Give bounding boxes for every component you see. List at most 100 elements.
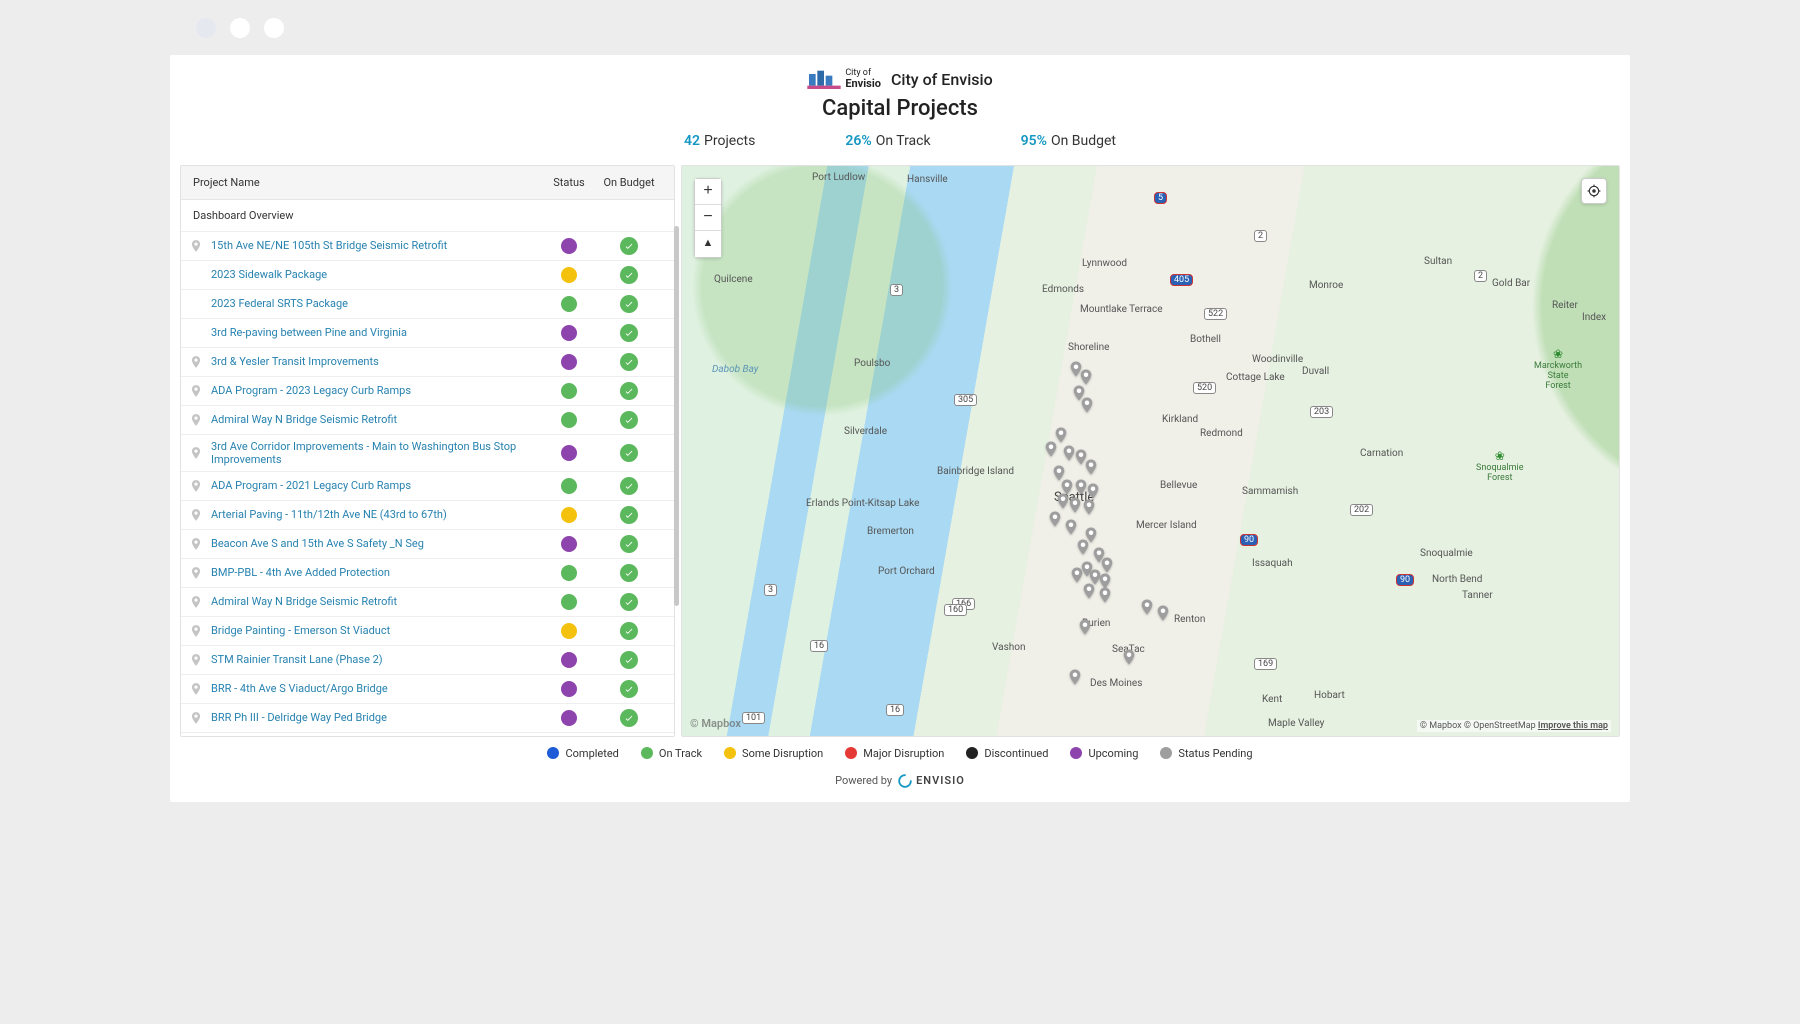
budget-cell xyxy=(594,622,664,640)
project-name-link[interactable]: Beacon Ave S and 15th Ave S Safety _N Se… xyxy=(205,537,544,550)
project-name-link[interactable]: 2023 Sidewalk Package xyxy=(205,268,544,281)
on-budget-check-icon xyxy=(620,535,638,553)
legend-label: Major Disruption xyxy=(863,747,944,760)
status-cell xyxy=(544,478,594,494)
table-row[interactable]: Bridge Painting - Emerson St Viaduct xyxy=(181,617,674,646)
table-row[interactable]: 3rd & Yesler Transit Improvements xyxy=(181,348,674,377)
project-map-marker[interactable] xyxy=(1080,496,1098,518)
project-map-marker[interactable] xyxy=(1096,584,1114,606)
col-header-status[interactable]: Status xyxy=(544,176,594,189)
table-row[interactable]: STM Rainier Transit Lane (Phase 2) xyxy=(181,646,674,675)
improve-map-link[interactable]: Improve this map xyxy=(1538,721,1608,731)
table-row[interactable]: Arterial Paving - 11th/12th Ave NE (43rd… xyxy=(181,501,674,530)
table-row[interactable]: BRR - 4th Ave S Viaduct/Argo Bridge xyxy=(181,675,674,704)
project-map-marker[interactable] xyxy=(1066,666,1084,688)
table-row[interactable]: 15th Ave NE/NE 105th St Bridge Seismic R… xyxy=(181,232,674,261)
project-name-link[interactable]: BRR - 4th Ave S Viaduct/Argo Bridge xyxy=(205,682,544,695)
project-name-link[interactable]: Admiral Way N Bridge Seismic Retrofit xyxy=(205,413,544,426)
map-city-label: Lynnwood xyxy=(1082,258,1127,269)
on-budget-check-icon xyxy=(620,651,638,669)
table-row[interactable]: 2023 Federal SRTS Package xyxy=(181,290,674,319)
project-map-marker[interactable] xyxy=(1076,616,1094,638)
table-row[interactable]: ADA Program - 2023 Legacy Curb Ramps xyxy=(181,377,674,406)
map-city-label: Poulsbo xyxy=(854,358,890,369)
table-row[interactable]: 3rd Re-paving between Pine and Virginia xyxy=(181,319,674,348)
zoom-in-button[interactable]: + xyxy=(695,179,721,205)
project-name-link[interactable]: BMP-PBL - 4th Ave Added Protection xyxy=(205,566,544,579)
on-budget-check-icon xyxy=(620,444,638,462)
route-shield: 2 xyxy=(1254,230,1267,242)
org-name: City of Envisio xyxy=(891,70,993,89)
col-header-name[interactable]: Project Name xyxy=(193,176,544,189)
on-budget-check-icon xyxy=(620,593,638,611)
map-city-label: Woodinville xyxy=(1252,354,1303,365)
status-cell xyxy=(544,623,594,639)
map-pane[interactable]: + − ▲ © Mapbox © Mapbox © OpenStreetMap … xyxy=(681,165,1620,737)
table-row[interactable]: ADA Program - 2021 Legacy Curb Ramps xyxy=(181,472,674,501)
on-budget-check-icon xyxy=(620,353,638,371)
project-map-marker[interactable] xyxy=(1062,516,1080,538)
table-row[interactable]: Admiral Way N Bridge Seismic Retrofit xyxy=(181,406,674,435)
envisio-logo-icon xyxy=(898,774,912,788)
project-map-marker[interactable] xyxy=(1042,438,1060,460)
legend-label: Status Pending xyxy=(1178,747,1252,760)
zoom-out-button[interactable]: − xyxy=(695,205,721,231)
map-city-label: Mountlake Terrace xyxy=(1080,304,1163,315)
legend: CompletedOn TrackSome DisruptionMajor Di… xyxy=(180,747,1620,760)
table-row[interactable]: Center City Gateway and S Michigan St IT… xyxy=(181,733,674,736)
map-city-label: Maple Valley xyxy=(1268,718,1324,729)
status-cell xyxy=(544,383,594,399)
map-city-label: Des Moines xyxy=(1090,678,1142,689)
scrollbar-thumb[interactable] xyxy=(674,226,679,606)
route-shield: 90 xyxy=(1240,534,1258,546)
stats-row: 42Projects 26%On Track 95%On Budget xyxy=(180,133,1620,149)
table-row[interactable]: BMP-PBL - 4th Ave Added Protection xyxy=(181,559,674,588)
locate-me-button[interactable] xyxy=(1581,178,1607,204)
on-budget-check-icon xyxy=(620,266,638,284)
map-city-label: Quilcene xyxy=(714,274,753,285)
table-row[interactable]: BRR Ph III - Delridge Way Ped Bridge xyxy=(181,704,674,733)
project-map-marker[interactable] xyxy=(1078,394,1096,416)
project-name-link[interactable]: STM Rainier Transit Lane (Phase 2) xyxy=(205,653,544,666)
reset-north-button[interactable]: ▲ xyxy=(695,231,721,257)
project-name-link[interactable]: 15th Ave NE/NE 105th St Bridge Seismic R… xyxy=(205,239,544,252)
project-name-link[interactable]: 3rd Ave Corridor Improvements - Main to … xyxy=(205,440,544,466)
status-cell xyxy=(544,594,594,610)
projects-table: Project Name Status On Budget Dashboard … xyxy=(180,165,675,737)
on-budget-check-icon xyxy=(620,506,638,524)
table-row[interactable]: 2023 Sidewalk Package xyxy=(181,261,674,290)
project-name-link[interactable]: ADA Program - 2021 Legacy Curb Ramps xyxy=(205,479,544,492)
project-map-marker[interactable] xyxy=(1082,456,1100,478)
status-dot xyxy=(561,445,577,461)
mapbox-logo: © Mapbox xyxy=(690,717,741,730)
project-name-link[interactable]: 2023 Federal SRTS Package xyxy=(205,297,544,310)
map-zoom-controls: + − ▲ xyxy=(694,178,722,258)
map-pin-icon xyxy=(187,384,205,398)
project-map-marker[interactable] xyxy=(1120,646,1138,668)
status-cell xyxy=(544,445,594,461)
project-name-link[interactable]: Admiral Way N Bridge Seismic Retrofit xyxy=(205,595,544,608)
route-shield: 16 xyxy=(886,704,904,716)
envisio-brand[interactable]: ENVISIO xyxy=(898,774,965,788)
route-shield: 101 xyxy=(742,712,765,724)
map-pin-icon xyxy=(187,413,205,427)
col-header-budget[interactable]: On Budget xyxy=(594,176,664,189)
map-city-label: Duvall xyxy=(1302,366,1329,377)
project-name-link[interactable]: Bridge Painting - Emerson St Viaduct xyxy=(205,624,544,637)
status-dot xyxy=(561,652,577,668)
budget-cell xyxy=(594,535,664,553)
table-row[interactable]: 3rd Ave Corridor Improvements - Main to … xyxy=(181,435,674,472)
project-name-link[interactable]: 3rd & Yesler Transit Improvements xyxy=(205,355,544,368)
project-map-marker[interactable] xyxy=(1154,602,1172,624)
project-name-link[interactable]: BRR Ph III - Delridge Way Ped Bridge xyxy=(205,711,544,724)
table-row[interactable]: Beacon Ave S and 15th Ave S Safety _N Se… xyxy=(181,530,674,559)
project-name-link[interactable]: ADA Program - 2023 Legacy Curb Ramps xyxy=(205,384,544,397)
stat-projects: 42Projects xyxy=(684,133,755,149)
table-row[interactable]: Admiral Way N Bridge Seismic Retrofit xyxy=(181,588,674,617)
project-name-link[interactable]: Arterial Paving - 11th/12th Ave NE (43rd… xyxy=(205,508,544,521)
map-city-label: Shoreline xyxy=(1068,342,1109,353)
table-section[interactable]: Dashboard Overview xyxy=(181,200,674,232)
on-budget-check-icon xyxy=(620,411,638,429)
project-name-link[interactable]: 3rd Re-paving between Pine and Virginia xyxy=(205,326,544,339)
map-pin-icon xyxy=(187,355,205,369)
